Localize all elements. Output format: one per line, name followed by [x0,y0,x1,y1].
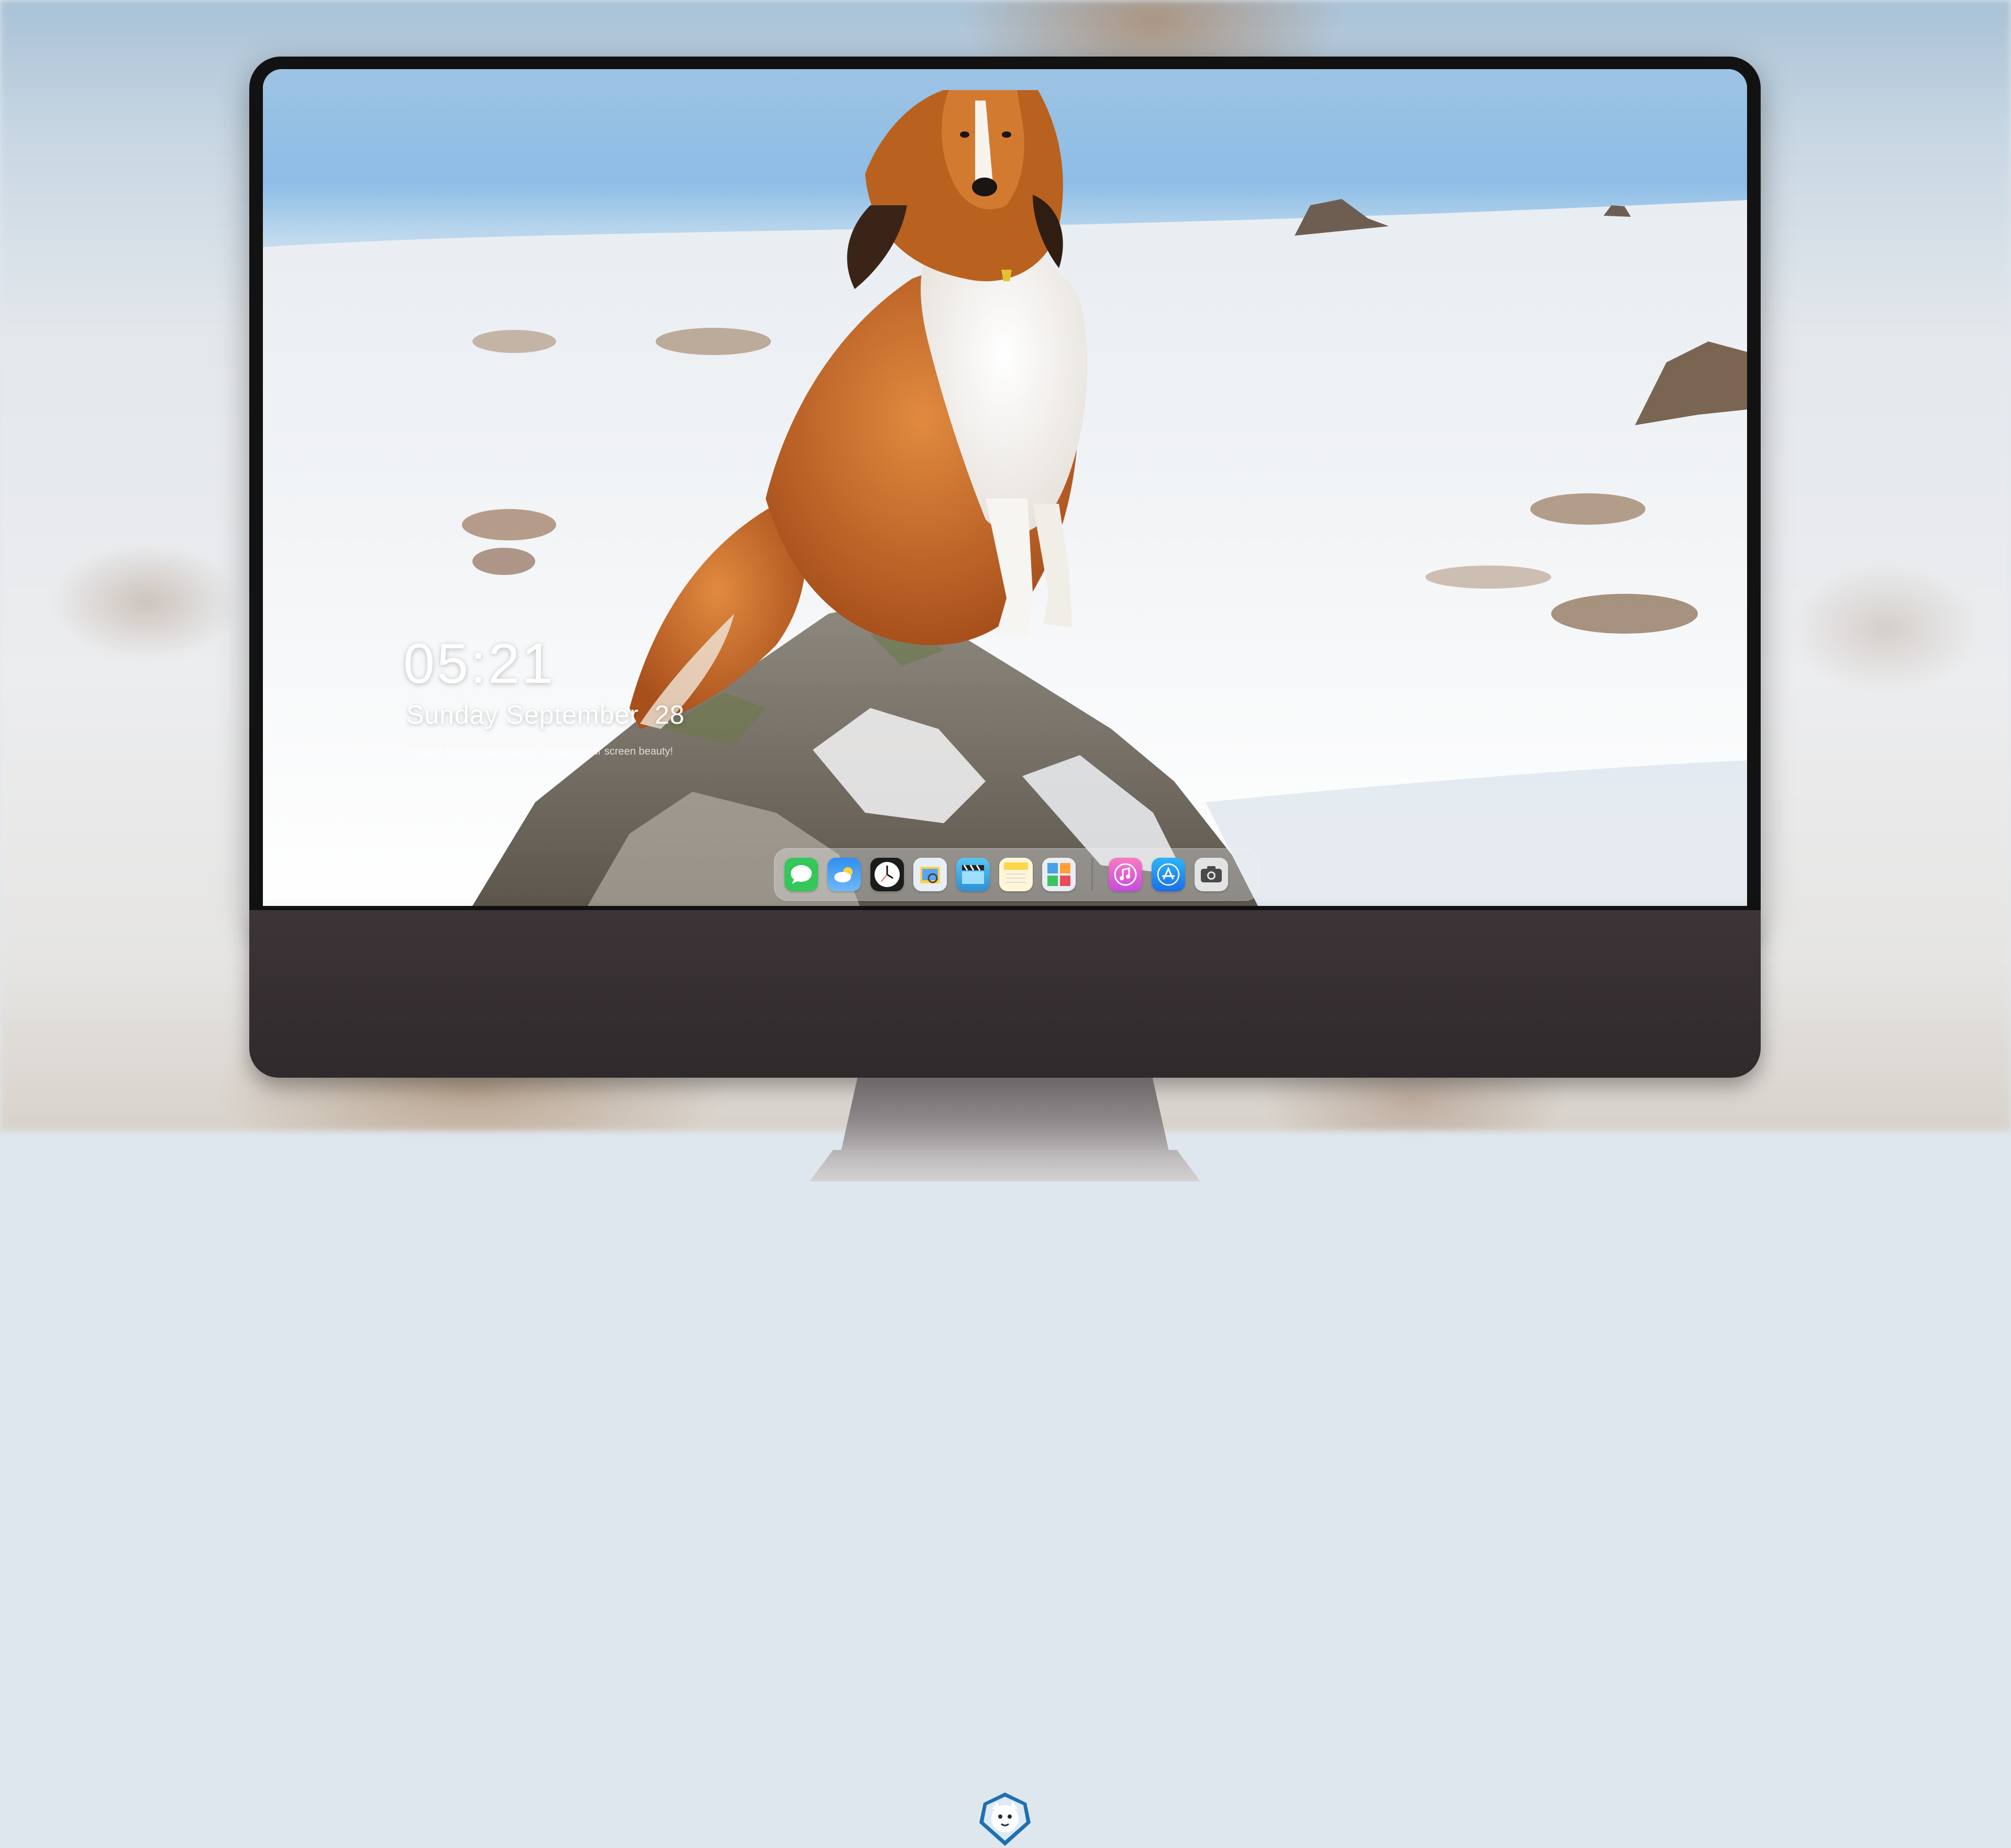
dock-separator [1091,858,1093,891]
messages-icon[interactable] [784,858,818,891]
clips-icon[interactable] [956,858,990,891]
camera-icon[interactable] [1195,858,1228,891]
date-weekday: Sunday [406,700,499,729]
brand-logo-icon [979,1792,1031,1846]
wallpaper-tagline: Provide stunning wallpapers. Elevate you… [406,746,673,757]
music-icon[interactable] [1109,858,1142,891]
preview-icon[interactable] [913,858,947,891]
lock-screen-clock: 05:21 [403,632,556,695]
app-store-icon[interactable] [1152,858,1185,891]
date-day: 28 [655,700,685,729]
photo-booth-icon[interactable] [1042,858,1076,891]
desktop-screen: 05:21 Sunday September 28 Provide stunnin… [263,69,1747,906]
dock [774,848,1259,901]
clock-icon[interactable] [870,858,904,891]
notes-icon[interactable] [999,858,1033,891]
monitor-stand-base [810,1150,1200,1181]
monitor: 05:21 Sunday September 28 Provide stunnin… [249,57,1761,1846]
date-month: September [506,700,639,729]
lock-screen-date: Sunday September 28 [406,700,685,730]
monitor-stand-neck [841,1078,1169,1151]
monitor-bezel: 05:21 Sunday September 28 Provide stunnin… [249,57,1761,915]
wallpaper [263,69,1747,906]
monitor-chin [249,910,1761,1846]
weather-icon[interactable] [827,858,861,891]
